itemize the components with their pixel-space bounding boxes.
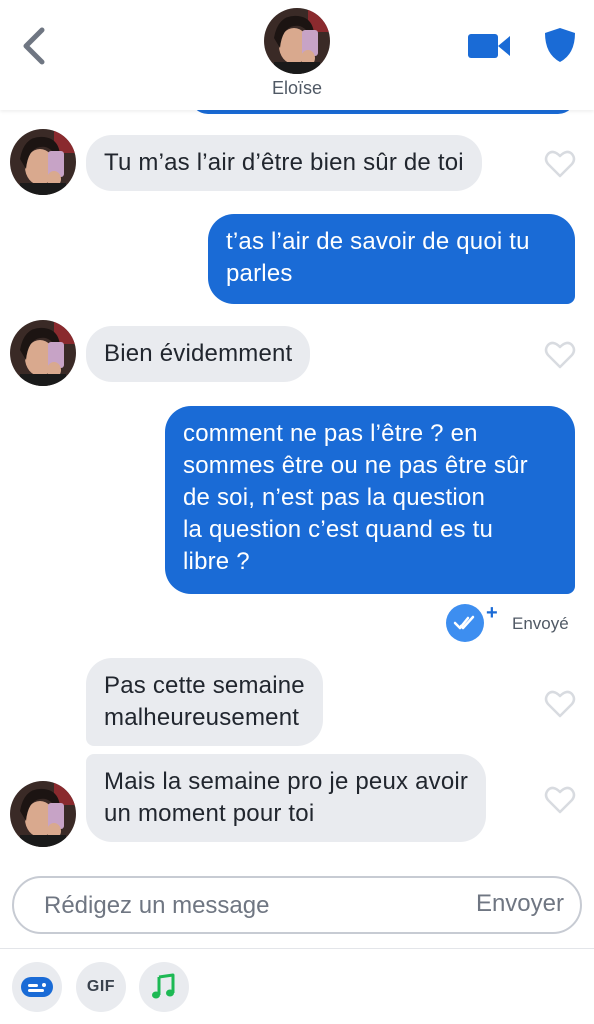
message-composer: Envoyer bbox=[12, 876, 582, 934]
heart-outline-icon bbox=[544, 786, 576, 814]
message-bubble-outgoing[interactable]: comment ne pas l’être ? en sommes être o… bbox=[165, 406, 575, 594]
sent-status: + Envoyé bbox=[444, 602, 584, 642]
heart-outline-icon bbox=[544, 150, 576, 178]
heart-outline-icon bbox=[544, 341, 576, 369]
video-call-button[interactable] bbox=[466, 26, 514, 66]
like-button[interactable] bbox=[544, 689, 576, 719]
toolbar-divider bbox=[0, 948, 594, 949]
heart-outline-icon bbox=[544, 690, 576, 718]
contact-name[interactable]: Eloïse bbox=[0, 78, 594, 99]
video-camera-icon bbox=[468, 34, 510, 58]
sticker-button[interactable] bbox=[12, 962, 62, 1012]
chat-header: Eloïse bbox=[0, 0, 594, 110]
music-button[interactable] bbox=[139, 962, 189, 1012]
gif-button[interactable]: GIF bbox=[76, 962, 126, 1012]
message-bubble-outgoing[interactable]: t’as l’air de savoir de quoi tu parles bbox=[208, 214, 575, 304]
contact-avatar[interactable] bbox=[264, 8, 330, 74]
like-button[interactable] bbox=[544, 785, 576, 815]
send-button[interactable]: Envoyer bbox=[476, 890, 564, 918]
chevron-left-icon bbox=[23, 27, 45, 65]
like-button[interactable] bbox=[544, 149, 576, 179]
like-button[interactable] bbox=[544, 340, 576, 370]
read-receipt bbox=[446, 604, 484, 642]
sent-label: Envoyé bbox=[512, 614, 569, 633]
music-note-icon bbox=[152, 973, 175, 999]
gif-label: GIF bbox=[86, 978, 116, 995]
sender-avatar[interactable] bbox=[10, 129, 76, 195]
sender-avatar[interactable] bbox=[10, 781, 76, 847]
sticker-icon bbox=[21, 977, 53, 997]
chat-screen: Eloïse Tu m’as l’air d’être bien sûr de … bbox=[0, 0, 594, 1024]
message-bubble-incoming[interactable]: Tu m’as l’air d’être bien sûr de toi bbox=[86, 135, 482, 191]
message-bubble-incoming[interactable]: Bien évidemment bbox=[86, 326, 311, 382]
sender-avatar[interactable] bbox=[10, 320, 76, 386]
message-bubble-incoming[interactable]: Mais la semaine pro je peux avoir un mom… bbox=[86, 754, 487, 842]
plus-icon: + bbox=[486, 602, 498, 624]
back-button[interactable] bbox=[16, 22, 56, 70]
message-input[interactable] bbox=[44, 888, 444, 924]
double-check-icon bbox=[453, 615, 475, 630]
shield-icon bbox=[545, 28, 575, 62]
safety-button[interactable] bbox=[540, 24, 580, 66]
message-bubble-incoming[interactable]: Pas cette semaine malheureusement bbox=[86, 658, 323, 746]
